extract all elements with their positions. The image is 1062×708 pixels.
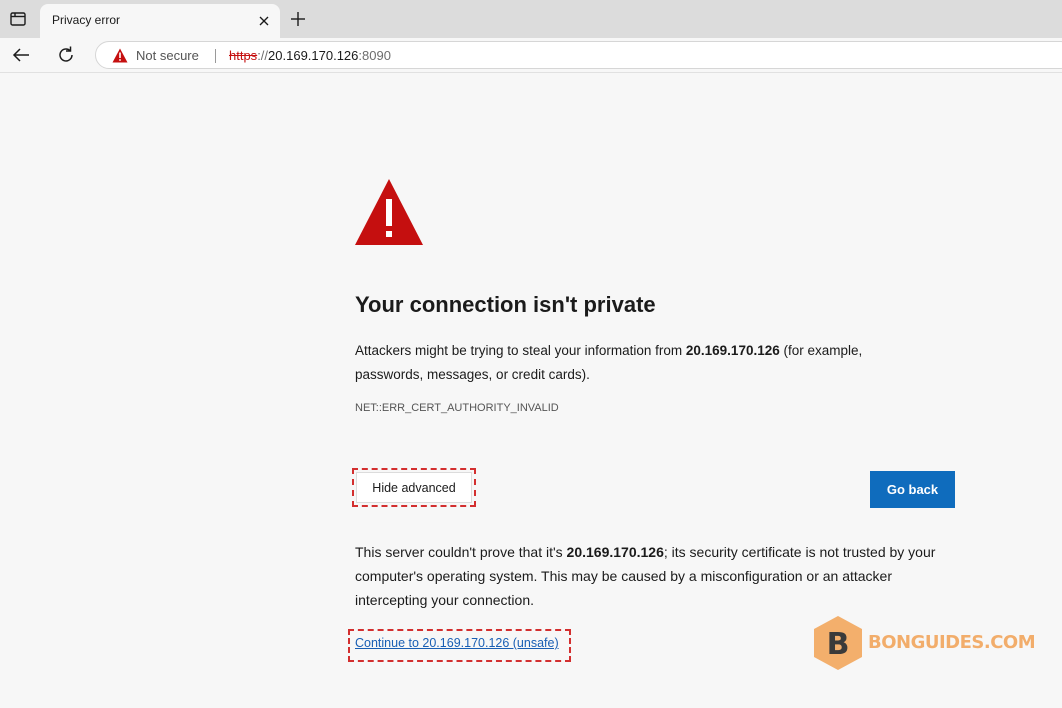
tab-actions-icon[interactable] bbox=[8, 9, 28, 29]
back-arrow-icon[interactable] bbox=[10, 44, 32, 66]
continue-unsafe-link[interactable]: Continue to 20.169.170.126 (unsafe) bbox=[355, 636, 559, 650]
summary-host: 20.169.170.126 bbox=[685, 343, 780, 358]
warning-icon[interactable] bbox=[112, 48, 128, 63]
url-port: :8090 bbox=[358, 48, 391, 63]
active-tab[interactable]: Privacy error bbox=[40, 4, 280, 38]
address-bar[interactable]: Not secure https://20.169.170.126:8090 bbox=[95, 41, 1062, 69]
tab-strip: Privacy error bbox=[0, 0, 1062, 38]
go-back-button[interactable]: Go back bbox=[870, 471, 955, 508]
watermark: B BONGUIDES.COM bbox=[812, 614, 1036, 672]
summary-text: Attackers might be trying to steal your … bbox=[355, 343, 686, 358]
url-host: 20.169.170.126 bbox=[268, 48, 359, 63]
url-text[interactable]: https://20.169.170.126:8090 bbox=[229, 48, 391, 63]
hide-advanced-button[interactable]: Hide advanced bbox=[356, 472, 472, 503]
new-tab-icon[interactable] bbox=[288, 9, 308, 29]
reload-icon[interactable] bbox=[55, 44, 77, 66]
warning-triangle-icon bbox=[354, 178, 424, 246]
error-code: NET::ERR_CERT_AUTHORITY_INVALID bbox=[355, 402, 559, 414]
close-icon[interactable] bbox=[256, 13, 272, 29]
url-scheme: https bbox=[229, 48, 258, 63]
not-secure-label[interactable]: Not secure bbox=[136, 48, 199, 63]
details-text: This server couldn't prove that it's bbox=[355, 544, 567, 560]
url-separator: :// bbox=[257, 48, 269, 63]
watermark-text: BONGUIDES.COM bbox=[868, 632, 1036, 653]
address-divider bbox=[215, 49, 216, 63]
error-details: This server couldn't prove that it's 20.… bbox=[355, 540, 955, 612]
details-host: 20.169.170.126 bbox=[566, 544, 664, 560]
watermark-logo-icon: B bbox=[812, 614, 864, 672]
tab-title: Privacy error bbox=[52, 13, 121, 27]
svg-text:B: B bbox=[827, 627, 850, 662]
error-summary: Attackers might be trying to steal your … bbox=[355, 339, 915, 387]
browser-toolbar: Not secure https://20.169.170.126:8090 bbox=[0, 38, 1062, 73]
page-title: Your connection isn't private bbox=[355, 292, 656, 317]
